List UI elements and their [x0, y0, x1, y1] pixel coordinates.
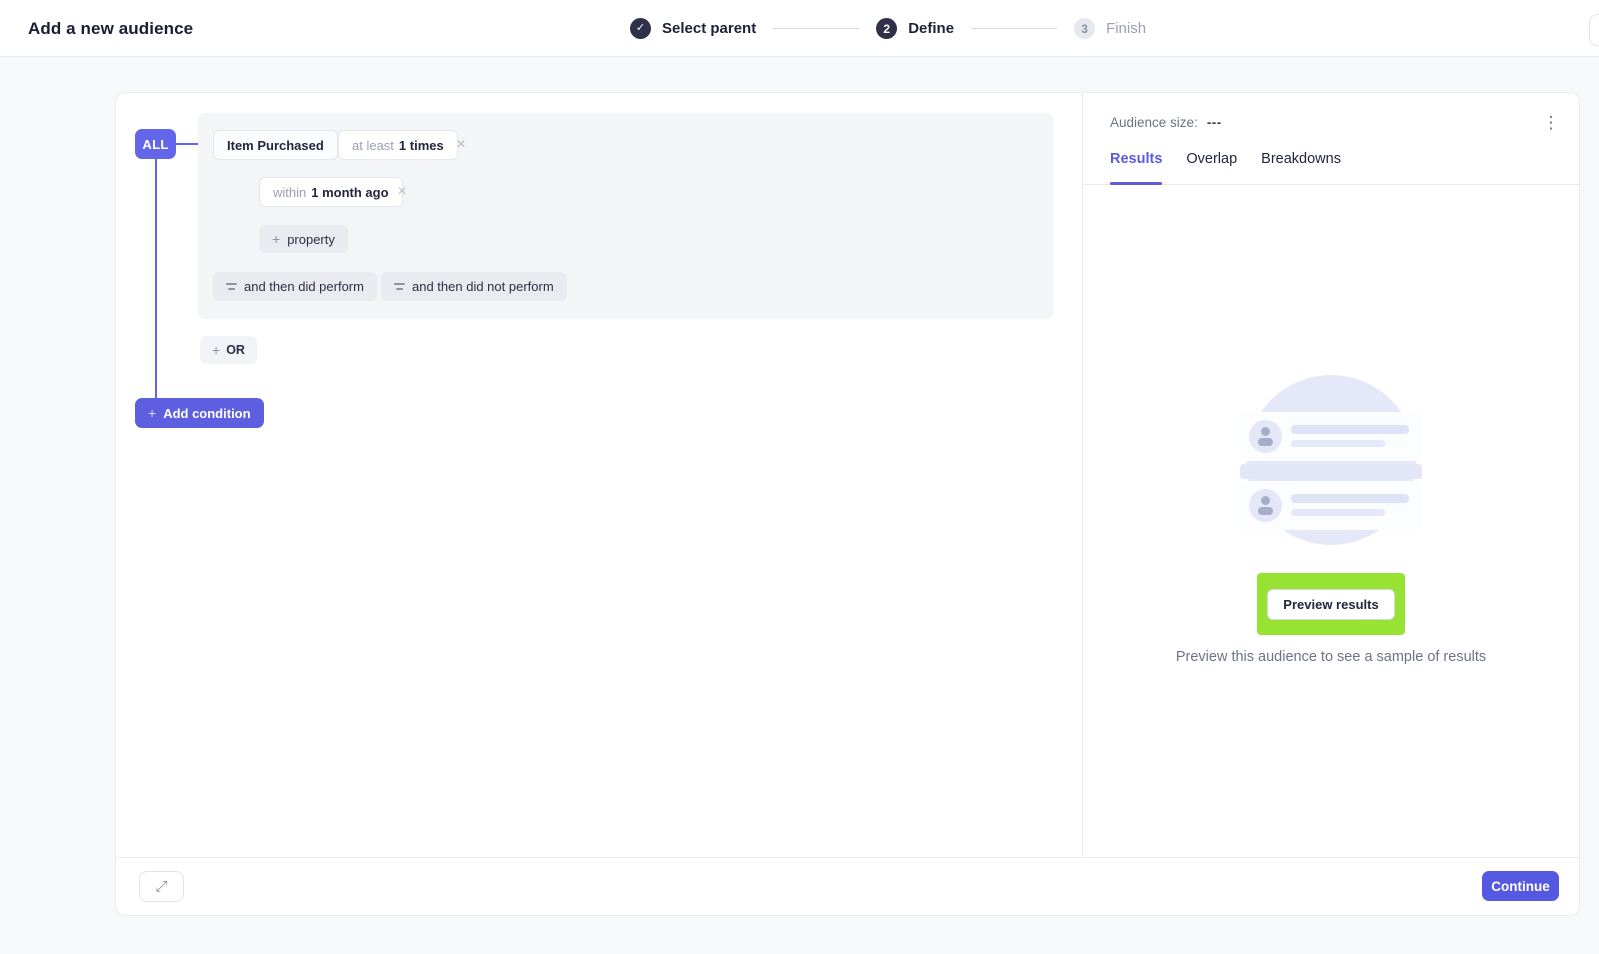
- stepper: ✓ Select parent 2 Define 3 Finish: [630, 0, 1146, 57]
- step-connector: [773, 28, 859, 29]
- condition-group: Item Purchased at least 1 times × within…: [198, 113, 1054, 319]
- event-chip[interactable]: Item Purchased: [213, 130, 338, 160]
- person-icon: [1249, 420, 1282, 453]
- then-did-not-perform-button[interactable]: and then did not perform: [381, 272, 567, 301]
- time-value: 1 month ago: [311, 185, 388, 200]
- step-3-circle: 3: [1074, 18, 1095, 39]
- plus-icon: +: [272, 232, 280, 246]
- illustration-list-item-partial: [1240, 464, 1422, 479]
- add-property-button[interactable]: + property: [259, 225, 348, 253]
- condition-builder: ALL Item Purchased at least 1 times × wi…: [116, 93, 1084, 859]
- step-2-label: Define: [908, 20, 954, 37]
- preview-results-highlight: Preview results: [1257, 573, 1405, 635]
- illustration-list-item: [1240, 481, 1422, 530]
- step-2-circle: 2: [876, 18, 897, 39]
- page-title: Add a new audience: [28, 0, 193, 57]
- add-condition-button[interactable]: + Add condition: [135, 398, 264, 428]
- then-did-perform-button[interactable]: and then did perform: [213, 272, 377, 301]
- check-icon: ✓: [636, 23, 645, 34]
- add-condition-label: Add condition: [163, 406, 250, 421]
- step-1-label: Select parent: [662, 20, 756, 37]
- then-did-perform-label: and then did perform: [244, 279, 364, 294]
- kebab-menu-icon[interactable]: ⋮: [1539, 109, 1563, 135]
- group-operator-badge[interactable]: ALL: [135, 129, 176, 159]
- connector-line: [155, 157, 157, 400]
- step-finish: 3 Finish: [1074, 18, 1146, 39]
- time-window-chip[interactable]: within 1 month ago: [259, 177, 403, 207]
- avatar: [1249, 489, 1282, 522]
- expand-icon: ⤢: [155, 878, 167, 895]
- empty-results-illustration: [1240, 375, 1422, 547]
- or-label: OR: [226, 343, 245, 357]
- step-select-parent[interactable]: ✓ Select parent: [630, 18, 756, 39]
- illustration-list-item: [1240, 412, 1422, 461]
- panel-tabs: Results Overlap Breakdowns: [1083, 151, 1579, 185]
- person-icon: [1249, 489, 1282, 522]
- expand-button[interactable]: ⤢: [139, 871, 184, 902]
- close-icon[interactable]: ×: [451, 135, 471, 155]
- placeholder-bar: [1291, 425, 1409, 434]
- add-or-button[interactable]: + OR: [200, 336, 257, 364]
- placeholder-bar: [1291, 509, 1385, 516]
- then-did-not-perform-label: and then did not perform: [412, 279, 554, 294]
- continue-button[interactable]: Continue: [1482, 871, 1559, 901]
- filter-icon: [226, 282, 237, 291]
- tab-breakdowns[interactable]: Breakdowns: [1261, 151, 1341, 184]
- add-property-label: property: [287, 232, 335, 247]
- plus-icon: +: [212, 343, 220, 357]
- audience-size-value: ---: [1207, 115, 1222, 130]
- placeholder-bar: [1291, 440, 1385, 447]
- step-3-label: Finish: [1106, 20, 1146, 37]
- filter-icon: [394, 282, 405, 291]
- step-define[interactable]: 2 Define: [876, 18, 954, 39]
- tab-overlap[interactable]: Overlap: [1186, 151, 1237, 184]
- results-panel: Audience size: --- ⋮ Results Overlap Bre…: [1082, 93, 1579, 859]
- header: Add a new audience ✓ Select parent 2 Def…: [0, 0, 1599, 57]
- event-chip-label: Item Purchased: [227, 138, 324, 153]
- frequency-prefix: at least: [352, 138, 394, 153]
- placeholder-bar: [1291, 494, 1409, 503]
- step-connector: [971, 28, 1057, 29]
- card-footer: ⤢ Continue: [116, 857, 1579, 915]
- step-1-circle: ✓: [630, 18, 651, 39]
- plus-icon: +: [148, 405, 156, 421]
- audience-editor-card: ALL Item Purchased at least 1 times × wi…: [115, 92, 1580, 916]
- connector-line: [174, 143, 199, 145]
- preview-caption: Preview this audience to see a sample of…: [1083, 649, 1579, 665]
- avatar: [1249, 420, 1282, 453]
- frequency-value: 1 times: [399, 138, 444, 153]
- tab-results[interactable]: Results: [1110, 151, 1162, 184]
- preview-results-button[interactable]: Preview results: [1267, 589, 1394, 620]
- cutoff-edge-button[interactable]: [1589, 14, 1599, 46]
- close-icon[interactable]: ×: [392, 182, 412, 202]
- frequency-chip[interactable]: at least 1 times: [338, 130, 458, 160]
- time-prefix: within: [273, 185, 306, 200]
- audience-size-row: Audience size: ---: [1110, 115, 1222, 130]
- audience-size-label: Audience size:: [1110, 115, 1198, 130]
